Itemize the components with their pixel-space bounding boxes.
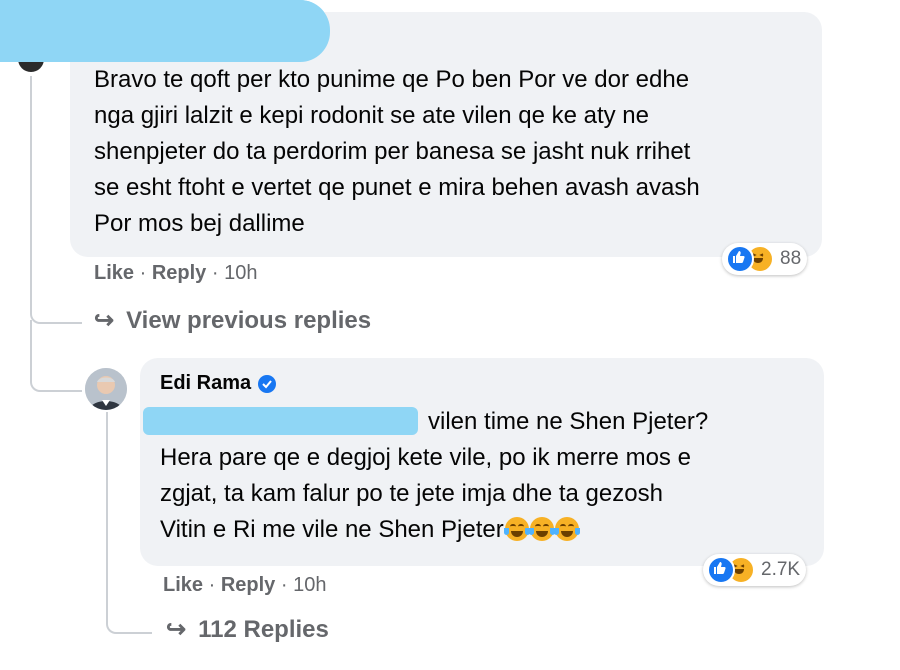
view-more-replies[interactable]: ↪ 112 Replies (166, 615, 329, 644)
thread-elbow-reply (30, 320, 82, 392)
reply-arrow-icon: ↪ (166, 616, 187, 643)
separator: · (211, 262, 219, 284)
author-row: Edi Rama (160, 372, 277, 395)
like-link[interactable]: Like (94, 262, 134, 284)
comment-line: Bravo te qoft per kto punime qe Po ben P… (94, 66, 690, 93)
view-previous-label: View previous replies (126, 306, 372, 334)
separator: · (280, 574, 288, 596)
timestamp[interactable]: 10h (293, 574, 326, 596)
reply-bubble: Edi Rama vilen time ne Shen Pjeter? Hera… (140, 358, 824, 566)
verified-badge-icon (257, 374, 277, 394)
reply-line: zgjat, ta kam falur po te jete imja dhe … (160, 480, 663, 507)
avatar[interactable] (85, 368, 127, 410)
comment-line: Por mos bej dallime (94, 210, 305, 237)
thread-line-main (30, 76, 32, 300)
view-previous-replies[interactable]: ↪ View previous replies (94, 306, 371, 335)
reaction-count: 2.7K (761, 559, 801, 580)
redaction-name (0, 0, 330, 62)
reply-link[interactable]: Reply (221, 574, 275, 596)
reaction-count: 88 (780, 248, 802, 269)
reply-line: Vitin e Ri me vile ne Shen Pjeter (160, 512, 708, 548)
reply-arrow-icon: ↪ (94, 307, 115, 334)
redaction-mention (143, 407, 418, 435)
laughing-emoji-icon (528, 517, 555, 541)
comment-line: nga gjiri lalzit e kepi rodonit se ate v… (94, 102, 649, 129)
comment-text: Bravo te qoft per kto punime qe Po ben P… (94, 62, 700, 242)
reply-actions: Like · Reply · 10h (163, 574, 326, 597)
reply-line: Hera pare qe e degjoj kete vile, po ik m… (160, 444, 691, 471)
reaction-summary[interactable]: 2.7K (703, 554, 807, 586)
timestamp[interactable]: 10h (224, 262, 257, 284)
comment-line: shenpjeter do ta perdorim per banesa se … (94, 138, 691, 165)
like-link[interactable]: Like (163, 574, 203, 596)
like-icon (726, 245, 754, 273)
author-name[interactable]: Edi Rama (160, 372, 251, 395)
more-replies-label: 112 Replies (198, 615, 329, 643)
thread-line-reply (106, 412, 108, 608)
separator: · (208, 574, 216, 596)
comment-actions: Like · Reply · 10h (94, 262, 257, 285)
reaction-summary[interactable]: 88 (722, 243, 808, 275)
thread-elbow-previous (30, 290, 82, 324)
like-icon (707, 556, 735, 584)
reply-link[interactable]: Reply (152, 262, 206, 284)
separator: · (139, 262, 147, 284)
laughing-emoji-icon (503, 517, 530, 541)
comment-line: se esht ftoht e vertet qe punet e mira b… (94, 174, 700, 201)
laughing-emoji-icon (553, 517, 580, 541)
thread-elbow-more (106, 600, 152, 634)
